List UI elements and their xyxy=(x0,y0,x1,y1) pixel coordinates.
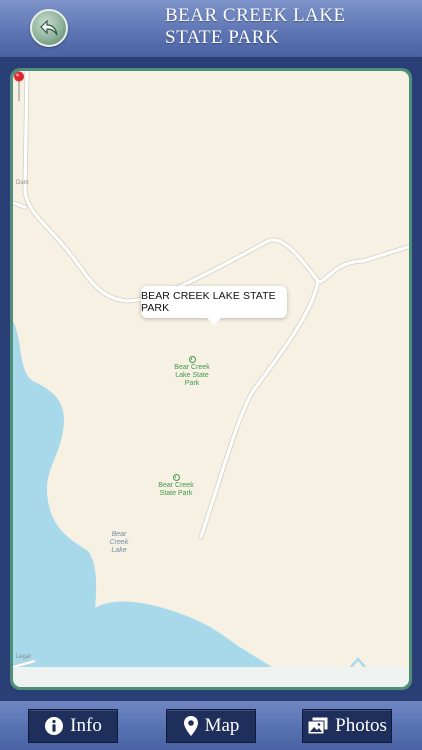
info-icon xyxy=(44,716,64,736)
map-label: Map xyxy=(204,715,240,736)
stream xyxy=(350,657,366,668)
photos-label: Photos xyxy=(335,715,387,736)
poi-label: Bear Creek State Park xyxy=(158,482,194,497)
photos-button[interactable]: Photos xyxy=(302,709,392,743)
photos-icon xyxy=(307,716,329,736)
park-poi-icon xyxy=(188,356,196,363)
location-pin-icon xyxy=(183,715,199,737)
poi-bear-creek-lake-state-park[interactable]: Bear Creek Lake State Park xyxy=(168,356,216,388)
lake-water xyxy=(13,321,97,687)
map-pin-icon[interactable] xyxy=(13,71,25,101)
header-bar: BEAR CREEK LAKE STATE PARK xyxy=(0,0,422,58)
poi-label: Bear Creek Lake State Park xyxy=(174,364,210,387)
park-poi-icon xyxy=(172,474,180,481)
dam-label: Dam xyxy=(16,180,29,186)
map-frame: Dam Legal BEAR CREEK LAKE STATE PARK Bea… xyxy=(10,68,412,690)
info-button[interactable]: Info xyxy=(28,709,118,743)
page-title: BEAR CREEK LAKE STATE PARK xyxy=(165,5,346,48)
callout-text: BEAR CREEK LAKE STATE PARK xyxy=(141,290,276,314)
back-button[interactable] xyxy=(30,9,68,47)
info-label: Info xyxy=(70,715,102,736)
map-callout[interactable]: BEAR CREEK LAKE STATE PARK xyxy=(141,286,287,325)
bottom-tab-bar: Info Map Photos xyxy=(0,701,422,750)
poi-bear-creek-state-park[interactable]: Bear Creek State Park xyxy=(156,474,196,498)
legal-label[interactable]: Legal xyxy=(16,654,31,660)
map-button[interactable]: Map xyxy=(166,709,256,743)
lake-label: Bear Creek Lake xyxy=(109,531,129,554)
map-bottom-strip xyxy=(13,667,409,687)
map-view[interactable]: Dam Legal BEAR CREEK LAKE STATE PARK Bea… xyxy=(13,71,409,687)
back-arrow-icon xyxy=(40,19,58,36)
